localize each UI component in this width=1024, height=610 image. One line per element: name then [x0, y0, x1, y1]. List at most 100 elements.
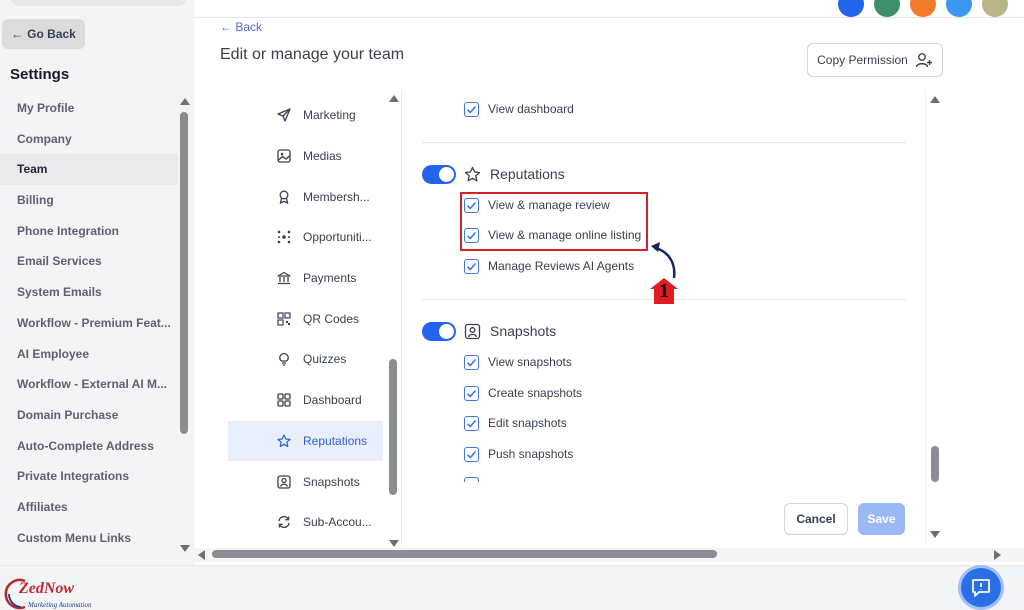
checkbox-label: Edit snapshots [488, 416, 567, 430]
checkbox-icon[interactable] [464, 446, 479, 462]
perm-nav-label: Marketing [303, 108, 356, 123]
top-search-pill[interactable] [10, 0, 188, 6]
panel-scrollbar[interactable] [931, 446, 939, 482]
logo-text: ZedNow [19, 580, 75, 597]
sidebar-item-ai-employee[interactable]: AI Employee [0, 339, 178, 370]
perm-nav-item-opportunities[interactable]: Opportuniti... [228, 217, 383, 258]
panel-scroll-down-icon[interactable] [930, 531, 940, 538]
sidebar-item-workflow-premium[interactable]: Workflow - Premium Feat... [0, 308, 178, 339]
perm-nav-item-reputations[interactable]: Reputations [228, 420, 383, 462]
refresh-icon [278, 516, 290, 529]
checkbox-edit-snapshots[interactable]: Edit snapshots [464, 414, 567, 432]
send-icon [277, 108, 291, 122]
reputations-toggle[interactable] [422, 164, 456, 184]
group-label: Reputations [490, 166, 565, 182]
sidebar-item-private-integrations[interactable]: Private Integrations [0, 461, 178, 492]
checkbox-icon[interactable] [464, 385, 479, 401]
perm-nav-item-qr-codes[interactable]: QR Codes [228, 298, 383, 339]
perm-nav-scrollbar[interactable] [389, 359, 397, 495]
sidebar-item-company[interactable]: Company [0, 124, 178, 155]
grid-icon [277, 393, 291, 407]
user-square-icon [277, 474, 291, 489]
checkbox-view-dashboard[interactable]: View dashboard [464, 100, 574, 118]
perm-nav-item-dashboard[interactable]: Dashboard [228, 380, 383, 421]
back-link[interactable]: ← Back [220, 20, 262, 34]
top-bar [195, 0, 1024, 18]
group-snapshots: Snapshots [422, 321, 556, 341]
perm-nav-label: Medias [303, 149, 342, 164]
sidebar-scroll-down-icon[interactable] [180, 545, 190, 552]
back-label: Back [235, 20, 263, 34]
star-icon [464, 166, 481, 181]
user-square-icon [464, 323, 481, 339]
perm-nav-item-medias[interactable]: Medias [228, 136, 383, 177]
avatar-icon[interactable] [838, 0, 864, 17]
sidebar-scrollbar[interactable] [180, 112, 188, 434]
sidebar-item-system-emails[interactable]: System Emails [0, 277, 178, 308]
group-reputations: Reputations [422, 164, 565, 184]
horizontal-scrollbar[interactable] [212, 550, 717, 558]
checkbox-icon[interactable] [464, 415, 479, 431]
checkbox-view-snapshots[interactable]: View snapshots [464, 353, 572, 371]
cancel-button[interactable]: Cancel [784, 503, 848, 535]
perm-nav-item-snapshots[interactable]: Snapshots [228, 461, 383, 502]
scroll-left-icon[interactable] [198, 550, 205, 560]
avatar-icon[interactable] [874, 0, 900, 17]
perm-nav-item-memberships[interactable]: Membersh... [228, 176, 383, 217]
bank-icon [277, 271, 291, 285]
nav-scroll-down-icon[interactable] [389, 540, 399, 547]
perm-nav-label: QR Codes [303, 311, 360, 326]
avatar-icon[interactable] [982, 0, 1008, 17]
checkbox-icon[interactable] [464, 476, 479, 482]
arrow-left-icon: ← [11, 27, 24, 41]
award-icon [279, 190, 289, 204]
go-back-button[interactable]: ← Go Back [2, 19, 85, 49]
copy-permission-button[interactable]: Copy Permission [807, 43, 943, 77]
user-plus-icon [915, 53, 932, 68]
perm-nav-item-marketing[interactable]: Marketing [228, 95, 383, 136]
sidebar-item-workflow-external-ai[interactable]: Workflow - External AI M... [0, 369, 178, 400]
checkbox-icon[interactable] [464, 101, 479, 117]
checkbox-icon[interactable] [464, 258, 479, 274]
sidebar-item-custom-menu-links[interactable]: Custom Menu Links [0, 523, 178, 554]
save-button[interactable]: Save [858, 503, 905, 535]
checkbox-label: View dashboard [488, 102, 574, 116]
sidebar-item-team[interactable]: Team [0, 154, 178, 186]
sidebar-item-affiliates[interactable]: Affiliates [0, 492, 178, 523]
sidebar-item-email-services[interactable]: Email Services [0, 246, 178, 277]
sidebar-item-domain-purchase[interactable]: Domain Purchase [0, 400, 178, 431]
page-title: Edit or manage your team [220, 46, 405, 63]
checkbox-create-snapshots[interactable]: Create snapshots [464, 384, 582, 402]
copy-permission-label: Copy Permission [817, 53, 908, 67]
checkbox-icon[interactable] [464, 354, 479, 370]
sidebar-item-phone-integration[interactable]: Phone Integration [0, 216, 178, 247]
panel-scroll-up-icon[interactable] [930, 96, 940, 103]
sidebar-item-my-profile[interactable]: My Profile [0, 93, 178, 124]
sidebar-scroll-up-icon[interactable] [180, 98, 190, 105]
checkbox-manage-reviews-ai-agents[interactable]: Manage Reviews AI Agents [464, 257, 634, 275]
scroll-right-icon[interactable] [994, 550, 1001, 560]
permission-nav: Marketing Medias Membersh... Opportuniti… [228, 95, 383, 550]
nav-scroll-up-icon[interactable] [389, 95, 399, 102]
settings-title: Settings [10, 66, 70, 83]
arrow-left-icon: ← [220, 20, 236, 34]
checkbox-label: Create snapshots [488, 386, 583, 400]
perm-nav-label: Payments [303, 271, 357, 286]
perm-nav-item-sub-accounts[interactable]: Sub-Accou... [228, 502, 383, 543]
avatar-icon[interactable] [910, 0, 936, 17]
main-content: ← Back Edit or manage your team Copy Per… [195, 18, 1024, 565]
sidebar-item-auto-complete-address[interactable]: Auto-Complete Address [0, 431, 178, 462]
perm-nav-item-quizzes[interactable]: Quizzes [228, 339, 383, 380]
chat-icon [972, 578, 990, 597]
sidebar-item-billing[interactable]: Billing [0, 185, 178, 216]
checkbox-push-snapshots[interactable]: Push snapshots [464, 445, 573, 463]
perm-nav-item-payments[interactable]: Payments [228, 258, 383, 299]
avatar-icon[interactable] [946, 0, 972, 17]
footer [0, 565, 1024, 610]
snapshots-toggle[interactable] [422, 321, 456, 341]
checkbox-partial[interactable] [464, 475, 488, 482]
chat-support-button[interactable] [958, 565, 1004, 610]
logo-subtitle: Marketing Automation [28, 601, 92, 609]
checkbox-label: Manage Reviews AI Agents [488, 259, 635, 273]
perm-nav-label: Snapshots [303, 474, 360, 489]
